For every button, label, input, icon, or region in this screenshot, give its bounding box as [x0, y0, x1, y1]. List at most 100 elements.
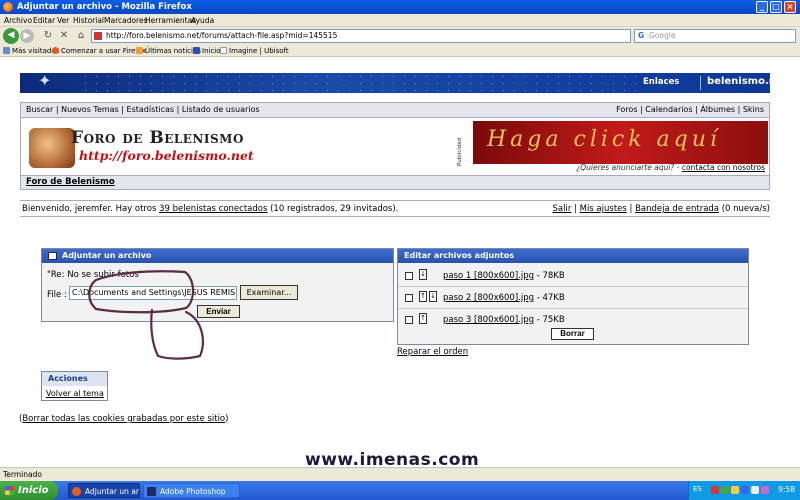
logout-link[interactable]: Salir — [553, 204, 572, 214]
menu-ver[interactable]: Ver — [57, 16, 69, 25]
enlaces-link[interactable]: Enlaces — [643, 77, 679, 87]
status-bar: Terminado — [0, 467, 800, 481]
logo-image — [29, 128, 75, 168]
star-icon: ✦ — [38, 71, 52, 90]
menu-marcadores[interactable]: Marcadores — [104, 16, 148, 25]
site-top-banner: ✦ Enlaces belenismo.net — [20, 71, 787, 93]
logo-url[interactable]: http://foro.belenismo.net — [79, 148, 254, 163]
windows-logo-icon — [5, 486, 14, 495]
attachment-link[interactable]: paso 1 [800x600].jpg — [443, 271, 534, 281]
ad-banner[interactable]: Haga click aquí — [473, 121, 768, 164]
send-button[interactable]: Enviar — [197, 305, 240, 318]
system-tray: ES 9:58 — [688, 481, 800, 500]
start-button[interactable]: Inicio — [0, 481, 58, 500]
navigation-toolbar: ◀ ▶ ↻ ✕ ⌂ http://foro.belenismo.net/foru… — [0, 27, 800, 45]
arrow-up-icon[interactable]: ↑ — [419, 291, 427, 302]
menu-historial[interactable]: Historial — [73, 16, 104, 25]
attachment-checkbox[interactable] — [405, 272, 413, 280]
tray-icon[interactable] — [731, 486, 739, 494]
reply-title: "Re: No se subir fotos" — [47, 270, 143, 280]
menu-editar[interactable]: Editar — [33, 16, 55, 25]
firefox-bookmark-icon — [52, 47, 59, 54]
online-users-link[interactable]: 39 belenistas conectados — [159, 204, 267, 214]
taskbar-item-photoshop[interactable]: Adobe Photoshop — [143, 483, 240, 498]
brand-link[interactable]: belenismo.net — [707, 76, 787, 87]
google-icon: G — [638, 31, 645, 40]
page-icon — [220, 47, 227, 54]
cookies-line: (Borrar todas las cookies grabadas por e… — [19, 414, 229, 424]
attachment-checkbox[interactable] — [405, 294, 413, 302]
upload-panel-title: Adjuntar un archivo — [62, 251, 152, 260]
url-text: http://foro.belenismo.net/forums/attach-… — [106, 31, 338, 40]
breadcrumb-forum-link[interactable]: Foro de Belenismo — [26, 177, 115, 187]
delete-button[interactable]: Borrar — [551, 328, 594, 340]
attach-icon — [48, 252, 57, 260]
bookmark-mas-visitados[interactable]: Más visitados — [3, 47, 59, 55]
menu-bar: Archivo Editar Ver Historial Marcadores … — [0, 14, 800, 27]
logo-title[interactable]: Foro de Belenismo — [71, 128, 244, 148]
photoshop-icon — [147, 487, 156, 496]
file-path-input[interactable]: C:\Documents and Settings\JESUS REMIS — [69, 286, 237, 300]
contact-link[interactable]: contacta con nosotros — [682, 163, 765, 172]
settings-link[interactable]: Mis ajustes — [580, 204, 627, 214]
forward-button[interactable]: ▶ — [20, 29, 34, 43]
attachment-row: ↑ ↓ paso 2 [800x600].jpg - 47KB — [398, 287, 748, 309]
firefox-icon — [3, 2, 13, 12]
inbox-count: (0 nueva/s) — [721, 204, 770, 214]
page-content: ✦ Enlaces belenismo.net Buscar | Nuevos … — [0, 57, 800, 470]
actions-panel-title: Acciones — [42, 372, 107, 386]
edit-panel-title: Editar archivos adjuntos — [398, 249, 748, 263]
arrow-up-icon[interactable]: ↑ — [419, 313, 427, 324]
ad-label: Publicidad — [457, 137, 463, 166]
page-icon — [193, 47, 200, 54]
reorder-link[interactable]: Reparar el orden — [397, 347, 468, 357]
bookmark-imagine[interactable]: Imagine | Ubisoft — [220, 47, 289, 55]
forum-top-nav: Buscar | Nuevos Temas | Estadísticas | L… — [20, 102, 770, 118]
menu-herramientas[interactable]: Herramientas — [145, 16, 196, 25]
bookmark-comenzar[interactable]: Comenzar a usar Firefox — [52, 47, 146, 55]
search-input[interactable]: G Google — [634, 29, 796, 43]
attachment-link[interactable]: paso 2 [800x600].jpg — [443, 293, 534, 303]
back-button[interactable]: ◀ — [3, 28, 19, 44]
edit-attachments-panel: Editar archivos adjuntos ↓ paso 1 [800x6… — [397, 248, 749, 345]
arrow-down-icon[interactable]: ↓ — [419, 269, 427, 280]
site-favicon-icon — [94, 32, 102, 40]
window-titlebar: Adjuntar un archivo - Mozilla Firefox _ … — [0, 0, 800, 14]
language-indicator[interactable]: ES — [693, 485, 702, 493]
tray-icon[interactable] — [711, 486, 719, 494]
stop-icon[interactable]: ✕ — [58, 30, 70, 42]
bookmark-inicio[interactable]: Inicio — [193, 47, 221, 55]
welcome-bar: Bienvenido, jeremfer. Hay otros 39 belen… — [20, 200, 770, 217]
close-button[interactable]: × — [784, 1, 796, 13]
arrow-down-icon[interactable]: ↓ — [429, 291, 437, 302]
clear-cookies-link[interactable]: Borrar todas las cookies grabadas por es… — [22, 414, 225, 424]
minimize-button[interactable]: _ — [756, 1, 768, 13]
bookmarks-bar: Más visitados Comenzar a usar Firefox Úl… — [0, 45, 800, 57]
tray-icon[interactable] — [751, 486, 759, 494]
forum-nav-right[interactable]: Foros | Calendarios | Álbumes | Skins — [616, 105, 764, 114]
file-label: File : — [47, 290, 67, 300]
welcome-text: Bienvenido, jeremfer. Hay otros — [22, 204, 157, 214]
taskbar-item-firefox[interactable]: Adjuntar un arc... — [68, 483, 140, 498]
menu-ayuda[interactable]: Ayuda — [191, 16, 214, 25]
url-bar[interactable]: http://foro.belenismo.net/forums/attach-… — [91, 29, 631, 43]
maximize-button[interactable]: □ — [770, 1, 782, 13]
tray-icon[interactable] — [761, 486, 769, 494]
forum-header: Foro de Belenismo http://foro.belenismo.… — [20, 118, 770, 175]
tray-icon[interactable] — [721, 486, 729, 494]
back-to-topic-link[interactable]: Volver al tema — [46, 389, 104, 398]
menu-archivo[interactable]: Archivo — [4, 16, 32, 25]
forum-nav-left[interactable]: Buscar | Nuevos Temas | Estadísticas | L… — [26, 105, 260, 114]
inbox-link[interactable]: Bandeja de entrada — [635, 204, 719, 214]
breadcrumb: Foro de Belenismo — [20, 175, 770, 190]
attachment-checkbox[interactable] — [405, 316, 413, 324]
rss-icon — [136, 47, 143, 54]
home-icon[interactable]: ⌂ — [75, 30, 87, 42]
browse-button[interactable]: Examinar... — [240, 285, 298, 300]
bookmark-ultimas-noticias[interactable]: Últimas noticias — [136, 47, 201, 55]
ad-text: Haga click aquí — [487, 127, 721, 152]
tray-icon[interactable] — [741, 486, 749, 494]
reload-icon[interactable]: ↻ — [42, 30, 54, 42]
firefox-icon — [72, 487, 81, 496]
attachment-link[interactable]: paso 3 [800x600].jpg — [443, 315, 534, 325]
